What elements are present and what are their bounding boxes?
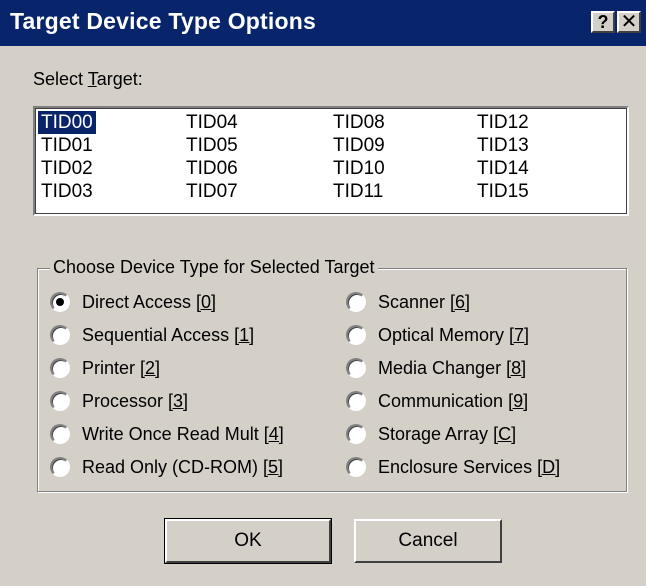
ok-button[interactable]: OK	[164, 518, 332, 564]
target-list-item[interactable]: TID06	[183, 157, 241, 180]
radio-button[interactable]	[346, 358, 366, 378]
select-target-label-suffix: arget:	[96, 69, 143, 89]
device-type-group: Choose Device Type for Selected Target D…	[37, 256, 627, 492]
device-type-option-label: Sequential Access	[82, 324, 235, 345]
device-type-option[interactable]: Media Changer [8]	[346, 355, 526, 381]
device-type-option-key: [1]	[234, 324, 255, 345]
device-type-option-key: [8]	[506, 357, 527, 378]
radio-button[interactable]	[50, 325, 70, 345]
radio-button[interactable]	[346, 292, 366, 312]
target-list-item[interactable]: TID04	[183, 111, 241, 134]
device-type-option[interactable]: Direct Access [0]	[50, 289, 216, 315]
target-list-item[interactable]: TID15	[474, 180, 532, 203]
target-list-item[interactable]: TID08	[330, 111, 388, 134]
device-type-option-key: [0]	[196, 291, 217, 312]
device-type-option-label: Read Only (CD-ROM)	[82, 456, 264, 477]
device-type-option[interactable]: Sequential Access [1]	[50, 322, 254, 348]
radio-button[interactable]	[50, 457, 70, 477]
window-title: Target Device Type Options	[10, 8, 316, 34]
device-type-option[interactable]: Scanner [6]	[346, 289, 470, 315]
help-button[interactable]: ?	[591, 11, 615, 33]
device-type-option[interactable]: Write Once Read Mult [4]	[50, 421, 284, 447]
device-type-option-key: [9]	[508, 390, 529, 411]
radio-button[interactable]	[50, 424, 70, 444]
target-list-item[interactable]: TID02	[38, 157, 96, 180]
device-type-option[interactable]: Enclosure Services [D]	[346, 454, 560, 480]
device-type-option-label: Storage Array	[378, 423, 494, 444]
device-type-option[interactable]: Optical Memory [7]	[346, 322, 529, 348]
device-type-option-key: [C]	[493, 423, 517, 444]
radio-button[interactable]	[346, 391, 366, 411]
device-type-option-key: [4]	[263, 423, 284, 444]
device-type-option[interactable]: Read Only (CD-ROM) [5]	[50, 454, 283, 480]
device-type-option-label: Processor	[82, 390, 169, 411]
device-type-option-key: [3]	[168, 390, 189, 411]
radio-button[interactable]	[50, 358, 70, 378]
target-list-item[interactable]: TID10	[330, 157, 388, 180]
radio-button[interactable]	[346, 457, 366, 477]
target-list-item[interactable]: TID00	[38, 111, 96, 134]
cancel-button[interactable]: Cancel	[354, 519, 502, 563]
device-type-group-label: Choose Device Type for Selected Target	[50, 256, 378, 278]
device-type-option-key: [6]	[450, 291, 471, 312]
device-type-option-label: Direct Access	[82, 291, 197, 312]
target-list-item[interactable]: TID11	[330, 180, 386, 203]
device-type-option[interactable]: Processor [3]	[50, 388, 188, 414]
target-list-item[interactable]: TID14	[474, 157, 532, 180]
target-list-item[interactable]: TID07	[183, 180, 241, 203]
select-target-label: Select Target:	[33, 69, 143, 90]
device-type-option-label: Scanner	[378, 291, 451, 312]
target-list-item[interactable]: TID09	[330, 134, 388, 157]
device-type-option-label: Write Once Read Mult	[82, 423, 264, 444]
device-type-option-key: [7]	[509, 324, 530, 345]
radio-button[interactable]	[346, 325, 366, 345]
target-list[interactable]: TID00 TID01 TID02 TID03 TID04 TID05 TID06 TID07…	[33, 106, 629, 216]
select-target-label-accel: T	[87, 69, 97, 89]
radio-button[interactable]	[50, 391, 70, 411]
device-type-option-key: [D]	[537, 456, 561, 477]
device-type-option-label: Printer	[82, 357, 141, 378]
radio-button[interactable]	[50, 292, 70, 312]
device-type-option[interactable]: Printer [2]	[50, 355, 160, 381]
radio-button[interactable]	[346, 424, 366, 444]
device-type-option[interactable]: Storage Array [C]	[346, 421, 516, 447]
title-bar: Target Device Type Options ? ✕	[0, 0, 646, 46]
device-type-option-label: Optical Memory	[378, 324, 510, 345]
close-button[interactable]: ✕	[617, 11, 641, 33]
target-list-item[interactable]: TID05	[183, 134, 241, 157]
device-type-option[interactable]: Communication [9]	[346, 388, 528, 414]
select-target-label-prefix: Select	[33, 69, 88, 89]
target-list-item[interactable]: TID12	[474, 111, 532, 134]
device-type-option-key: [2]	[140, 357, 161, 378]
target-list-item[interactable]: TID13	[474, 134, 532, 157]
device-type-option-label: Media Changer	[378, 357, 507, 378]
device-type-option-key: [5]	[263, 456, 284, 477]
target-list-item[interactable]: TID01	[38, 134, 96, 157]
device-type-option-label: Enclosure Services	[378, 456, 538, 477]
target-list-item[interactable]: TID03	[38, 180, 96, 203]
device-type-option-label: Communication	[378, 390, 509, 411]
